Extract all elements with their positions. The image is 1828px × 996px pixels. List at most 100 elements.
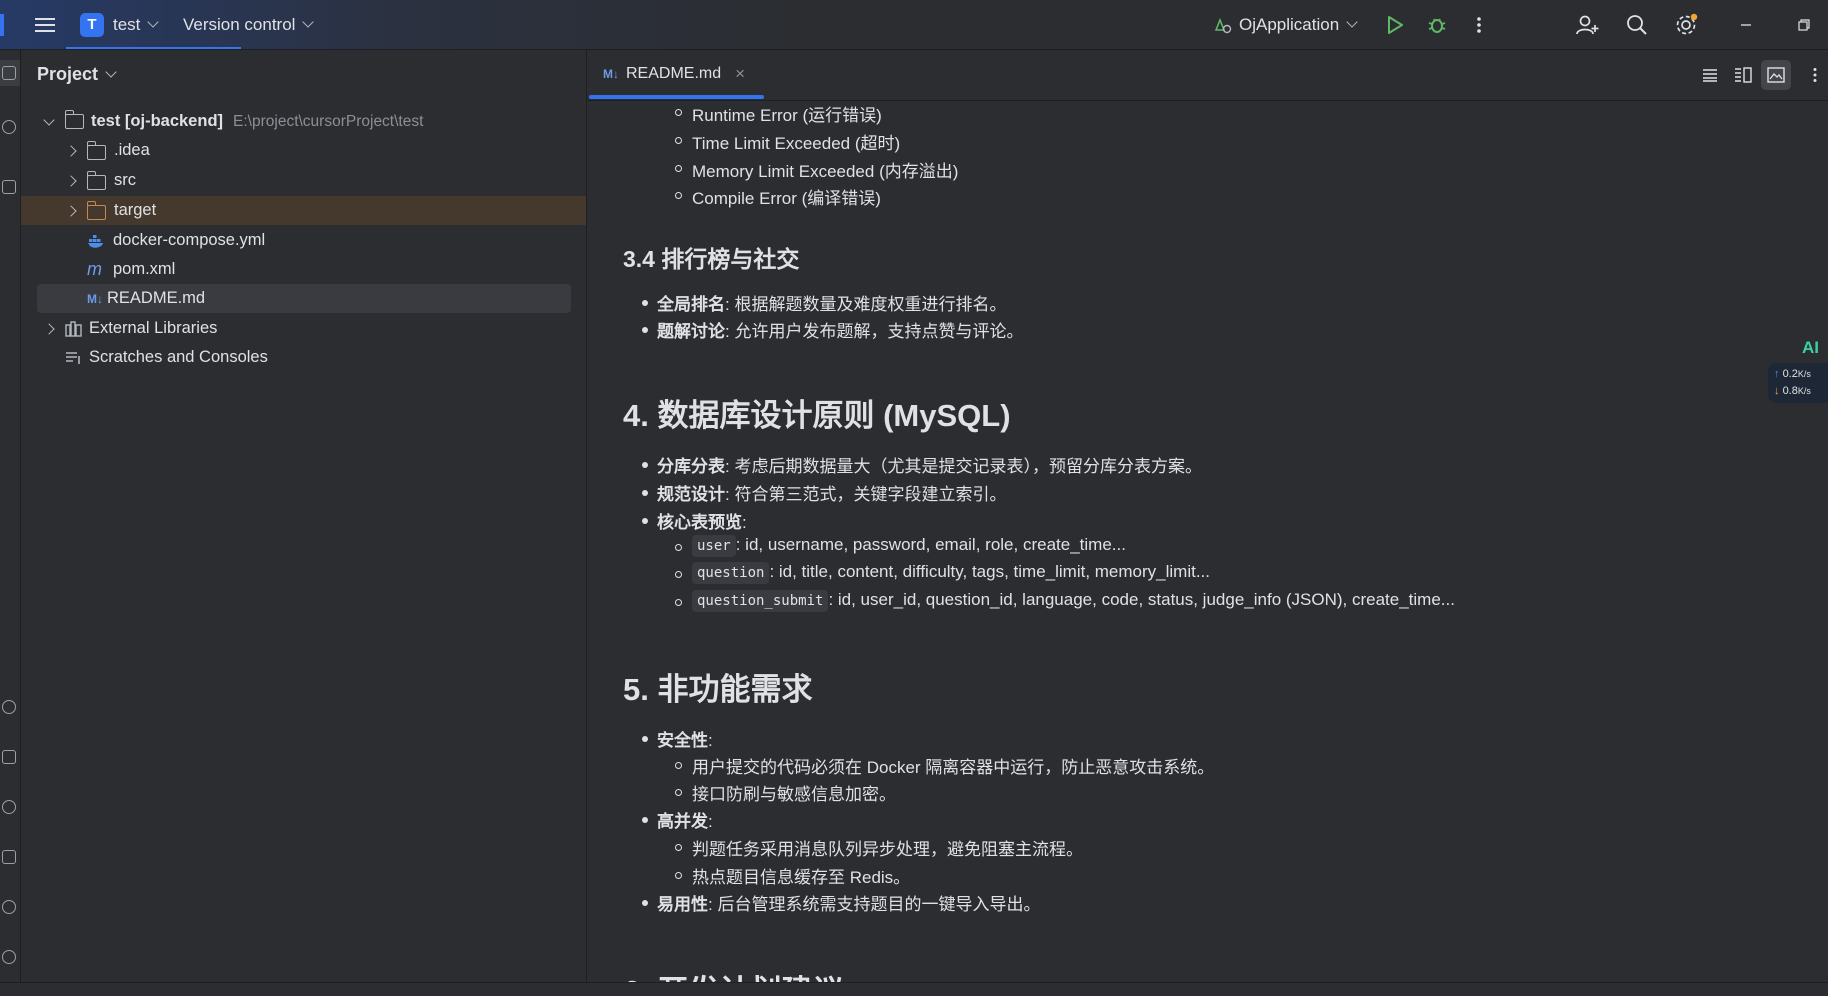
commit-icon[interactable] bbox=[2, 120, 16, 134]
sub-bullet bbox=[675, 544, 682, 551]
run-config-selector[interactable]: OjApplication bbox=[1213, 0, 1358, 49]
preview-only-button[interactable] bbox=[1761, 60, 1791, 90]
list-item: user: id, username, password, email, rol… bbox=[692, 535, 1126, 557]
list-item: Compile Error (编译错误) bbox=[692, 189, 881, 208]
tab-label: README.md bbox=[626, 65, 722, 82]
chevron-down-icon bbox=[147, 16, 160, 28]
active-tab-indicator bbox=[589, 95, 764, 99]
list-item: question_submit: id, user_id, question_i… bbox=[692, 590, 1455, 612]
tree-item-src[interactable]: src bbox=[37, 166, 592, 195]
tree-root[interactable]: test [oj-backend] E:\project\cursorProje… bbox=[37, 107, 592, 136]
download-speed: ↓ 0.8K/s bbox=[1774, 385, 1811, 397]
debug-button[interactable] bbox=[1422, 10, 1452, 40]
tree-item-label: .idea bbox=[114, 141, 150, 159]
main-menu-button[interactable] bbox=[30, 10, 60, 40]
list-item: Runtime Error (运行错误) bbox=[692, 106, 882, 125]
folder-icon bbox=[2, 66, 16, 80]
structure-icon[interactable] bbox=[2, 180, 16, 194]
restore-button[interactable] bbox=[1789, 10, 1819, 40]
markdown-icon: M↓ bbox=[603, 67, 619, 81]
services-icon[interactable] bbox=[2, 700, 16, 714]
tree-item-label: target bbox=[114, 201, 157, 219]
excluded-folder-icon bbox=[86, 200, 106, 220]
tree-item-scratches[interactable]: Scratches and Consoles bbox=[37, 343, 592, 372]
sub-bullet bbox=[675, 844, 682, 851]
close-tab-icon[interactable]: × bbox=[735, 64, 745, 84]
scratches-icon bbox=[66, 351, 80, 364]
tree-item-label: src bbox=[114, 171, 136, 189]
editor-tab-bar: M↓ README.md × bbox=[587, 50, 1828, 101]
bullet bbox=[642, 900, 648, 906]
sub-bullet bbox=[675, 789, 682, 796]
git-icon[interactable] bbox=[2, 950, 16, 964]
module-folder-icon bbox=[64, 110, 84, 129]
expand-arrow-icon bbox=[43, 113, 55, 126]
sub-bullet bbox=[675, 165, 682, 172]
sub-bullet bbox=[675, 599, 682, 606]
ai-assistant-icon[interactable]: AI bbox=[1802, 338, 1819, 358]
collapse-arrow-icon bbox=[43, 322, 55, 335]
terminal-icon[interactable] bbox=[2, 850, 16, 864]
collapse-arrow-icon bbox=[65, 204, 77, 217]
tab-readme[interactable]: M↓ README.md × bbox=[603, 50, 745, 98]
chevron-down-icon bbox=[1346, 16, 1358, 28]
project-panel: Project test [oj-backend] E:\project\cur… bbox=[21, 50, 587, 982]
sub-bullet bbox=[675, 109, 682, 116]
version-control-label: Version control bbox=[183, 14, 296, 34]
list-item: 核心表预览: bbox=[657, 513, 747, 532]
list-item: 题解讨论: 允许用户发布题解，支持点赞与评论。 bbox=[657, 322, 1024, 341]
minimize-button[interactable] bbox=[1731, 10, 1761, 40]
run-config-label: OjApplication bbox=[1239, 14, 1340, 34]
list-item: 判题任务采用消息队列异步处理，避免阻塞主流程。 bbox=[692, 840, 1083, 859]
bullet bbox=[642, 300, 648, 306]
build-icon[interactable] bbox=[2, 750, 16, 764]
maven-icon: m bbox=[87, 259, 102, 279]
split-view-button[interactable] bbox=[1728, 60, 1758, 90]
bullet bbox=[642, 462, 648, 468]
tree-item-pom[interactable]: m pom.xml bbox=[37, 255, 592, 284]
editor-only-button[interactable] bbox=[1695, 60, 1725, 90]
settings-button[interactable] bbox=[1671, 10, 1701, 40]
list-item: question: id, title, content, difficulty… bbox=[692, 562, 1210, 584]
run-button[interactable] bbox=[1380, 10, 1410, 40]
tree-item-docker-compose[interactable]: docker-compose.yml bbox=[37, 226, 592, 255]
version-control-menu[interactable]: Version control bbox=[183, 0, 315, 49]
folder-icon bbox=[86, 170, 106, 190]
library-icon bbox=[65, 320, 82, 337]
add-user-icon bbox=[1576, 15, 1599, 35]
tree-item-external-libraries[interactable]: External Libraries bbox=[37, 314, 592, 343]
window-edge-icon bbox=[0, 0, 4, 49]
editor-more-button[interactable] bbox=[1800, 60, 1828, 90]
project-badge: T bbox=[80, 12, 104, 37]
list-item: 高并发: bbox=[657, 812, 713, 831]
heading-3: 3.4 排行榜与社交 bbox=[623, 246, 800, 272]
search-button[interactable] bbox=[1622, 10, 1652, 40]
more-actions-button[interactable] bbox=[1464, 10, 1494, 40]
list-item: 易用性: 后台管理系统需支持题目的一键导入导出。 bbox=[657, 895, 1041, 914]
code-with-me-button[interactable] bbox=[1573, 10, 1603, 40]
project-view-selector[interactable]: Project bbox=[37, 64, 117, 85]
heading-2: 4. 数据库设计原则 (MySQL) bbox=[623, 398, 1011, 433]
network-speed-widget: ↑ 0.2K/s ↓ 0.8K/s bbox=[1768, 363, 1828, 403]
bullet bbox=[642, 490, 648, 496]
list-item: 规范设计: 符合第三范式，关键字段建立索引。 bbox=[657, 485, 1007, 504]
problems-icon[interactable] bbox=[2, 900, 16, 914]
preview-icon bbox=[1767, 67, 1785, 83]
heading-2: 6. 开发计划建议 bbox=[623, 966, 843, 982]
bullet bbox=[642, 518, 648, 524]
hamburger-icon bbox=[35, 18, 55, 32]
title-bar: T test Version control OjApplication bbox=[0, 0, 1828, 50]
split-view-icon bbox=[1735, 67, 1752, 83]
heading-2: 5. 非功能需求 bbox=[623, 672, 813, 707]
markdown-preview: Runtime Error (运行错误) Time Limit Exceeded… bbox=[587, 101, 1828, 982]
chevron-down-icon bbox=[105, 66, 117, 78]
tree-item-readme[interactable]: M↓ README.md bbox=[37, 284, 571, 313]
bullet bbox=[642, 817, 648, 823]
project-panel-title: Project bbox=[37, 64, 99, 84]
list-item: 接口防刷与敏感信息加密。 bbox=[692, 785, 896, 804]
project-switcher[interactable]: T test bbox=[80, 0, 160, 49]
run-tool-icon[interactable] bbox=[2, 800, 16, 814]
bug-icon bbox=[1428, 18, 1446, 33]
tree-item-idea[interactable]: .idea bbox=[37, 136, 592, 165]
tree-item-target[interactable]: target bbox=[21, 196, 586, 225]
